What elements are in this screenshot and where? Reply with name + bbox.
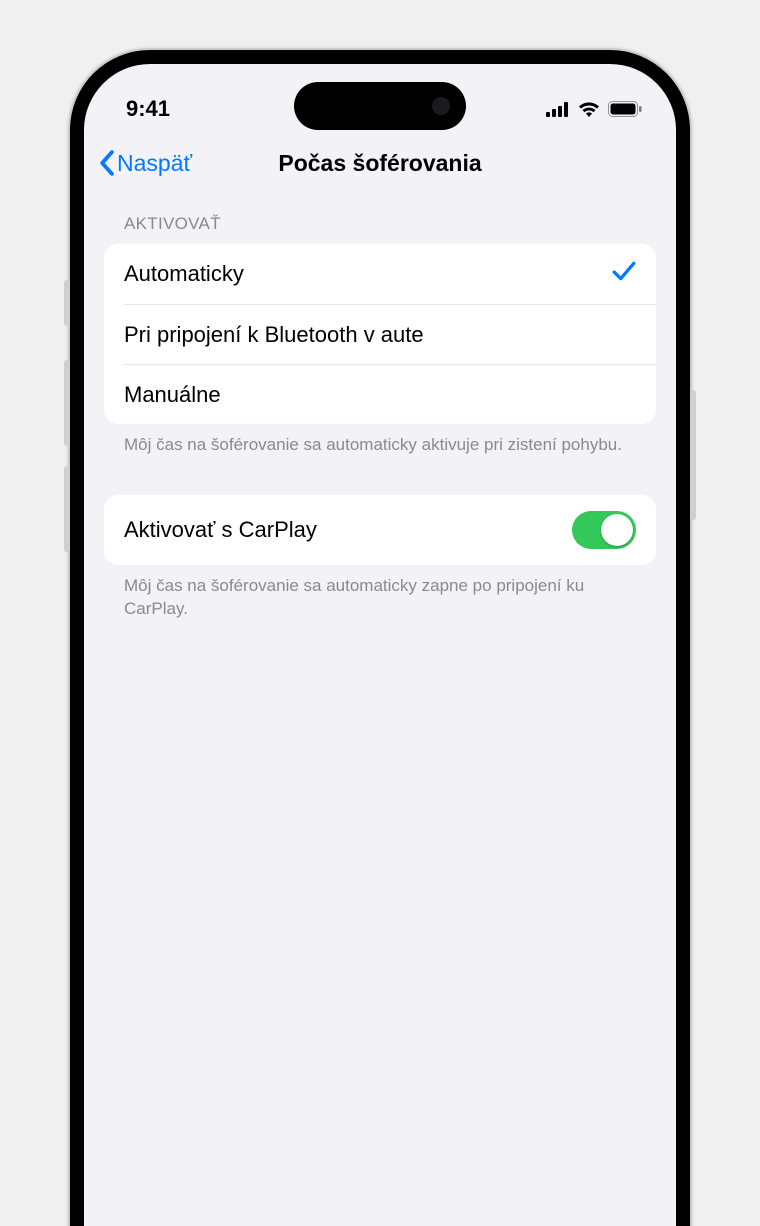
spacer [104,457,656,495]
page-title: Počas šoférovania [278,150,481,177]
wifi-icon [578,101,600,117]
back-label: Naspäť [117,150,192,177]
volume-up-button [64,360,70,446]
carplay-footer: Môj čas na šoférovanie sa automaticky za… [104,565,656,621]
back-button[interactable]: Naspäť [98,150,192,177]
option-label: Pri pripojení k Bluetooth v aute [124,322,424,348]
carplay-label: Aktivovať s CarPlay [124,517,317,543]
power-button [690,390,696,520]
carplay-toggle[interactable] [572,511,636,549]
content: AKTIVOVAŤ Automaticky Pri pripojení k Bl… [84,192,676,621]
nav-bar: Naspäť Počas šoférovania [84,134,676,192]
carplay-group: Aktivovať s CarPlay [104,495,656,565]
option-manual[interactable]: Manuálne [124,364,656,424]
status-time: 9:41 [126,96,170,122]
screen: 9:41 Naspäť Počas šoférovania AKTIVOVAŤ … [84,64,676,1226]
silent-switch [64,280,70,326]
battery-icon [608,101,642,117]
cellular-icon [546,102,570,117]
status-icons [546,101,642,117]
activate-footer: Môj čas na šoférovanie sa automaticky ak… [104,424,656,457]
volume-down-button [64,466,70,552]
checkmark-icon [612,260,636,288]
option-label: Manuálne [124,382,221,408]
option-bluetooth[interactable]: Pri pripojení k Bluetooth v aute [124,304,656,364]
dynamic-island [294,82,466,130]
carplay-row[interactable]: Aktivovať s CarPlay [104,495,656,565]
option-automatic[interactable]: Automaticky [104,244,656,304]
chevron-left-icon [98,150,115,176]
phone-frame: 9:41 Naspäť Počas šoférovania AKTIVOVAŤ … [70,50,690,1226]
activate-header: AKTIVOVAŤ [104,214,656,244]
activate-group: Automaticky Pri pripojení k Bluetooth v … [104,244,656,424]
option-label: Automaticky [124,261,244,287]
